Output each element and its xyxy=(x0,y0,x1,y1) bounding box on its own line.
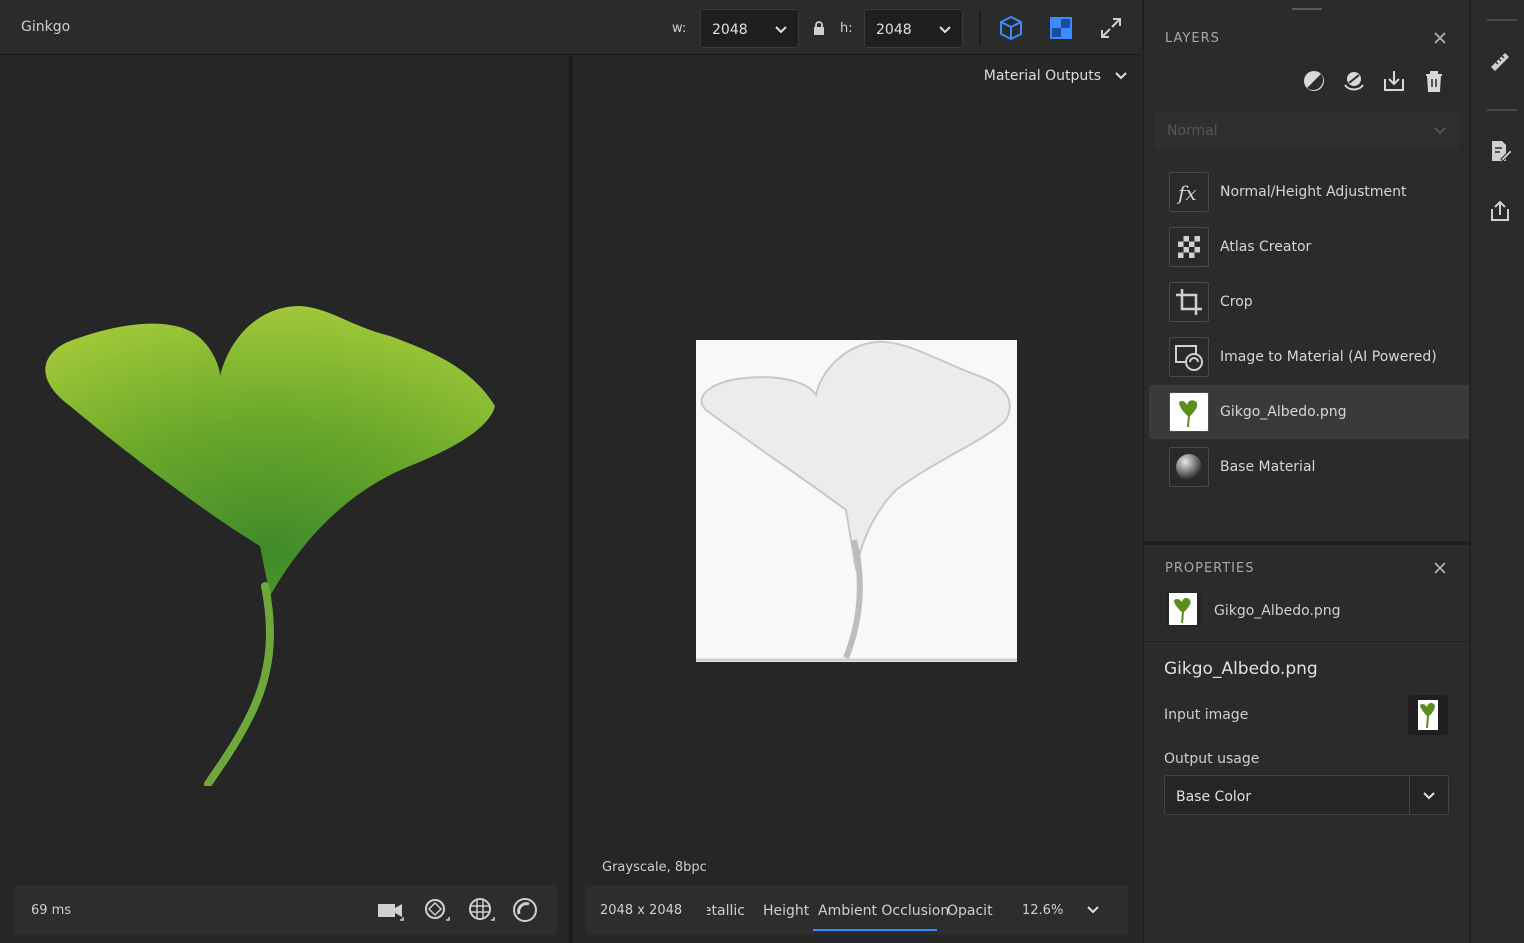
layers-title: LAYERS xyxy=(1165,31,1220,46)
tab-opacity[interactable]: Opacit xyxy=(947,903,993,919)
fill-icon[interactable] xyxy=(1342,69,1366,93)
tab-height[interactable]: Height xyxy=(763,903,809,919)
panel-grip[interactable] xyxy=(1292,8,1322,10)
app-window: Ginkgo w: 2048 h: 2048 69 ms Material Ou… xyxy=(0,0,1524,943)
checker-icon xyxy=(1169,227,1209,267)
layer-item-selected[interactable]: Gikgo_Albedo.png xyxy=(1149,385,1469,439)
layer-item[interactable]: fx Normal/Height Adjustment xyxy=(1149,165,1469,219)
layer-label: Crop xyxy=(1220,294,1253,310)
ginkgo-thumb xyxy=(1165,591,1201,627)
rail-divider xyxy=(1487,19,1517,21)
document-title: Ginkgo xyxy=(21,19,71,35)
output-usage-value: Base Color xyxy=(1176,789,1252,805)
output-usage-select[interactable]: Base Color xyxy=(1164,775,1449,815)
output-usage-dropdown-button[interactable] xyxy=(1409,776,1448,814)
render-time: 69 ms xyxy=(31,903,72,918)
chevron-down-icon xyxy=(1434,127,1446,135)
camera-icon[interactable] xyxy=(376,896,404,924)
close-icon[interactable] xyxy=(1433,561,1447,575)
3d-viewport[interactable] xyxy=(0,56,569,943)
material-outputs-dropdown[interactable]: Material Outputs xyxy=(984,68,1101,84)
input-image-picker[interactable] xyxy=(1408,695,1448,735)
width-label: w: xyxy=(672,21,687,36)
blend-mode-select[interactable]: Normal xyxy=(1154,111,1459,149)
close-icon[interactable] xyxy=(1433,31,1447,45)
chevron-down-icon xyxy=(775,26,787,34)
chevron-down-icon xyxy=(939,26,951,34)
right-panel: LAYERS Normal fx Normal/Height Adjustmen… xyxy=(1143,0,1470,943)
tab-ambient-occlusion[interactable]: Ambient Occlusion xyxy=(818,903,949,919)
properties-title: PROPERTIES xyxy=(1165,561,1255,576)
properties-heading: Gikgo_Albedo.png xyxy=(1164,659,1318,679)
ambient-occlusion-texture xyxy=(696,340,1017,662)
fx-icon: fx xyxy=(1169,172,1209,212)
document-edit-icon[interactable] xyxy=(1488,139,1512,163)
2d-view-icon[interactable] xyxy=(1048,15,1074,41)
input-image-label: Input image xyxy=(1164,707,1249,723)
image-material-icon xyxy=(1169,337,1209,377)
layer-item[interactable]: Image to Material (AI Powered) xyxy=(1149,330,1469,384)
texture-format-info: Grayscale, 8bpc xyxy=(602,860,707,875)
height-select[interactable]: 2048 xyxy=(864,9,963,48)
sphere-icon xyxy=(1169,447,1209,487)
globe-grid-icon[interactable] xyxy=(467,896,495,924)
rail-divider xyxy=(1487,109,1517,111)
panel-divider[interactable] xyxy=(1144,541,1470,545)
2d-viewport[interactable]: Material Outputs Grayscale, 8bpc 2048 x … xyxy=(573,56,1142,943)
layer-item[interactable]: Atlas Creator xyxy=(1149,220,1469,274)
layer-label: Gikgo_Albedo.png xyxy=(1220,404,1347,420)
3d-viewport-toolbar: 69 ms xyxy=(14,885,557,935)
svg-text:fx: fx xyxy=(1176,181,1197,205)
mask-icon[interactable] xyxy=(1302,69,1326,93)
trash-icon[interactable] xyxy=(1422,69,1446,93)
channel-tabs: letallic Height Ambient Occlusion Opacit xyxy=(707,885,1017,935)
texture-size: 2048 x 2048 xyxy=(600,903,683,918)
lock-icon[interactable] xyxy=(812,21,826,36)
environment-light-icon[interactable] xyxy=(422,896,450,924)
crop-icon xyxy=(1169,282,1209,322)
expand-icon[interactable] xyxy=(1098,15,1124,41)
ginkgo-thumb xyxy=(1169,392,1209,432)
layer-label: Image to Material (AI Powered) xyxy=(1220,349,1437,365)
leaf-blade xyxy=(45,306,495,596)
properties-layer-name: Gikgo_Albedo.png xyxy=(1214,603,1341,619)
ruler-icon[interactable] xyxy=(1488,50,1512,74)
top-toolbar: Ginkgo w: 2048 h: 2048 xyxy=(0,0,1142,55)
height-label: h: xyxy=(840,21,853,36)
channel-bar: 2048 x 2048 letallic Height Ambient Occl… xyxy=(585,885,1128,935)
export-icon[interactable] xyxy=(1488,199,1512,223)
chevron-down-icon[interactable] xyxy=(1114,68,1128,82)
right-rail xyxy=(1470,0,1524,943)
chevron-down-icon xyxy=(1423,792,1435,800)
width-value: 2048 xyxy=(712,22,748,38)
layer-item[interactable]: Crop xyxy=(1149,275,1469,329)
tab-metallic[interactable]: letallic xyxy=(707,903,745,919)
leaf-stem xyxy=(204,582,274,786)
layer-label: Atlas Creator xyxy=(1220,239,1312,255)
toolbar-divider xyxy=(979,10,981,46)
layer-label: Base Material xyxy=(1220,459,1316,475)
blend-mode-value: Normal xyxy=(1167,123,1218,139)
import-icon[interactable] xyxy=(1382,69,1406,93)
texture-preview xyxy=(696,340,1017,662)
active-tab-indicator xyxy=(813,929,937,931)
ginkgo-leaf-model xyxy=(45,306,495,786)
cube-icon[interactable] xyxy=(998,15,1024,41)
properties-divider xyxy=(1144,641,1470,642)
output-usage-label: Output usage xyxy=(1164,751,1260,767)
layer-item[interactable]: Base Material xyxy=(1149,440,1469,494)
zoom-level[interactable]: 12.6% xyxy=(1022,903,1063,918)
chevron-down-icon[interactable] xyxy=(1086,902,1100,916)
height-value: 2048 xyxy=(876,22,912,38)
width-select[interactable]: 2048 xyxy=(700,9,799,48)
material-sphere-icon[interactable] xyxy=(511,896,539,924)
layer-label: Normal/Height Adjustment xyxy=(1220,184,1407,200)
